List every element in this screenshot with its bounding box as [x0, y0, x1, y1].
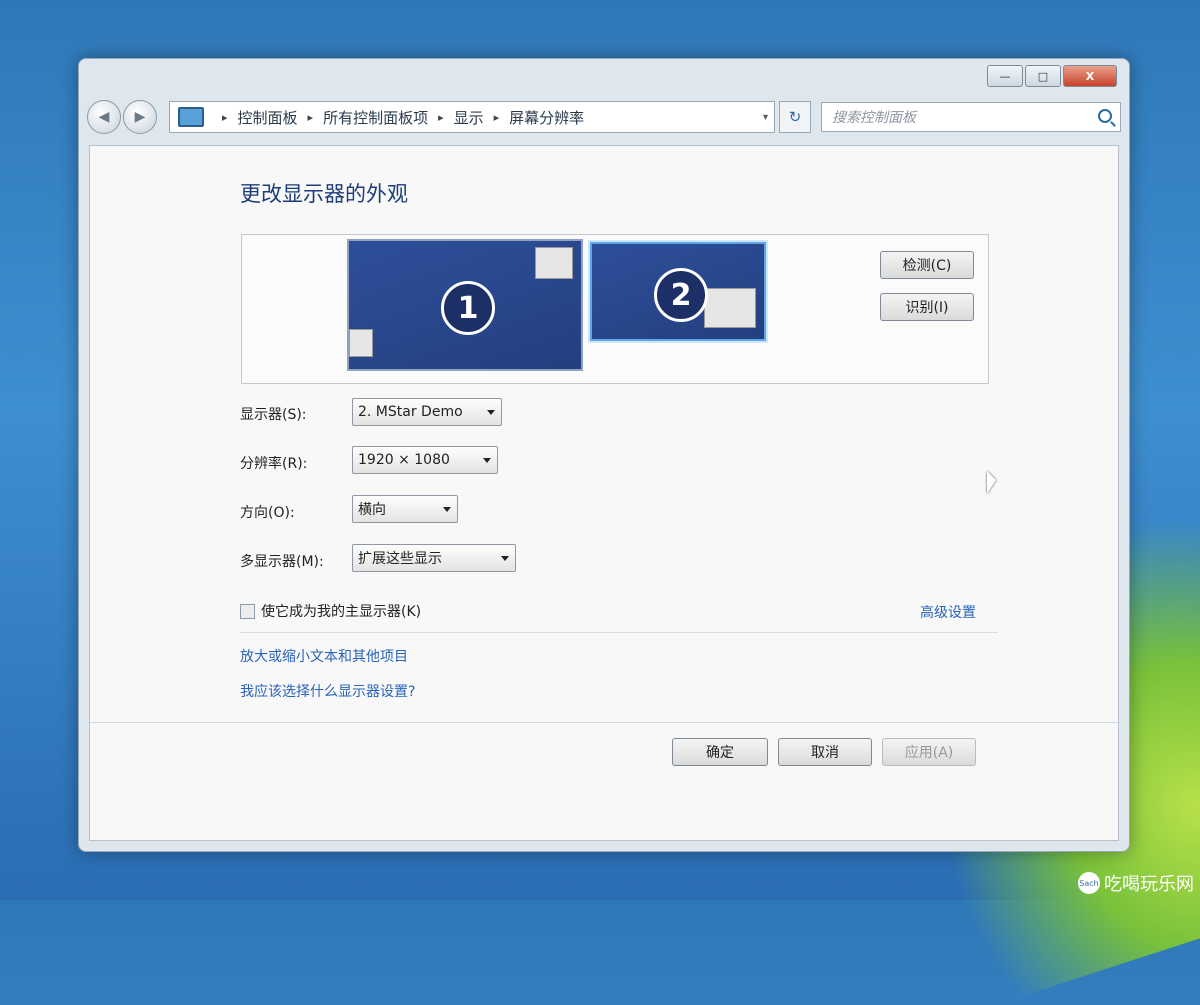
search-input[interactable]: 搜索控制面板	[821, 102, 1121, 132]
forward-button[interactable]: ▶	[123, 100, 157, 134]
main-content: 更改显示器的外观 1 2 检测(C) 识别(I) 显示器(S): 2. MSta…	[89, 145, 1119, 841]
breadcrumb-separator: ▸	[307, 110, 314, 124]
search-icon[interactable]	[1098, 109, 1112, 123]
monitor-2[interactable]: 2	[590, 242, 766, 341]
chevron-down-icon	[501, 556, 509, 561]
watermark: Sach 吃喝玩乐网	[1078, 870, 1194, 896]
chevron-down-icon	[443, 507, 451, 512]
monitor-1-window-thumb	[535, 247, 573, 279]
breadcrumb-all-items[interactable]: 所有控制面板项	[323, 107, 428, 128]
primary-display-label: 使它成为我的主显示器(K)	[261, 604, 422, 620]
multi-display-label: 多显示器(M):	[240, 554, 324, 570]
divider	[240, 632, 998, 633]
orientation-select[interactable]: 横向	[352, 495, 458, 523]
multi-display-value: 扩展这些显示	[358, 551, 442, 567]
watermark-logo-icon: Sach	[1078, 872, 1100, 894]
breadcrumb-screen-resolution[interactable]: 屏幕分辨率	[509, 107, 584, 128]
address-dropdown-icon[interactable]: ▾	[763, 112, 768, 123]
control-panel-icon	[178, 107, 204, 127]
ok-button[interactable]: 确定	[672, 738, 768, 766]
toolbar: ◀ ▶ ▸ 控制面板 ▸ 所有控制面板项 ▸ 显示 ▸ 屏幕分辨率 ▾ ↻ 搜索…	[87, 95, 1121, 139]
chevron-down-icon	[483, 458, 491, 463]
primary-display-checkbox[interactable]	[240, 603, 255, 619]
display-label: 显示器(S):	[240, 407, 307, 423]
apply-button: 应用(A)	[882, 738, 976, 766]
breadcrumb-separator: ▸	[493, 110, 500, 124]
resolution-value: 1920 × 1080	[358, 452, 450, 468]
maximize-button[interactable]: □	[1025, 65, 1061, 87]
display-select[interactable]: 2. MStar Demo	[352, 398, 502, 426]
address-bar[interactable]: ▸ 控制面板 ▸ 所有控制面板项 ▸ 显示 ▸ 屏幕分辨率 ▾	[169, 101, 775, 133]
window-controls: — □ X	[987, 65, 1117, 87]
orientation-value: 横向	[358, 502, 386, 518]
monitor-2-window-thumb	[704, 288, 756, 328]
back-button[interactable]: ◀	[87, 100, 121, 134]
close-button[interactable]: X	[1063, 65, 1117, 87]
page-title: 更改显示器的外观	[240, 182, 408, 206]
display-value: 2. MStar Demo	[358, 404, 463, 420]
primary-display-option[interactable]: 使它成为我的主显示器(K)	[240, 601, 421, 621]
minimize-button[interactable]: —	[987, 65, 1023, 87]
breadcrumb-control-panel[interactable]: 控制面板	[238, 107, 298, 128]
breadcrumb-display[interactable]: 显示	[454, 107, 484, 128]
watermark-text: 吃喝玩乐网	[1104, 874, 1194, 895]
resolution-select[interactable]: 1920 × 1080	[352, 446, 498, 474]
monitor-arrangement: 1 2 检测(C) 识别(I)	[241, 234, 989, 384]
breadcrumb-separator: ▸	[438, 110, 444, 124]
detect-button[interactable]: 检测(C)	[880, 251, 974, 279]
mouse-cursor-icon	[987, 471, 996, 494]
text-size-link[interactable]: 放大或缩小文本和其他项目	[240, 646, 408, 666]
footer-divider	[90, 722, 1118, 723]
search-placeholder: 搜索控制面板	[832, 110, 916, 126]
monitor-1-window-thumb	[349, 329, 373, 357]
multi-display-select[interactable]: 扩展这些显示	[352, 544, 516, 572]
which-settings-link[interactable]: 我应该选择什么显示器设置?	[240, 681, 415, 701]
breadcrumb-separator: ▸	[222, 110, 228, 124]
control-panel-window: — □ X ◀ ▶ ▸ 控制面板 ▸ 所有控制面板项 ▸ 显示 ▸ 屏幕分辨率 …	[78, 58, 1130, 852]
cancel-button[interactable]: 取消	[778, 738, 872, 766]
refresh-button[interactable]: ↻	[779, 101, 811, 133]
monitor-1-number: 1	[441, 281, 495, 335]
orientation-label: 方向(O):	[240, 505, 295, 521]
chevron-down-icon	[487, 410, 495, 415]
advanced-settings-link[interactable]: 高级设置	[920, 602, 976, 622]
monitor-2-number: 2	[654, 268, 708, 322]
identify-button[interactable]: 识别(I)	[880, 293, 974, 321]
monitor-1[interactable]: 1	[347, 239, 583, 371]
resolution-label: 分辨率(R):	[240, 456, 308, 472]
